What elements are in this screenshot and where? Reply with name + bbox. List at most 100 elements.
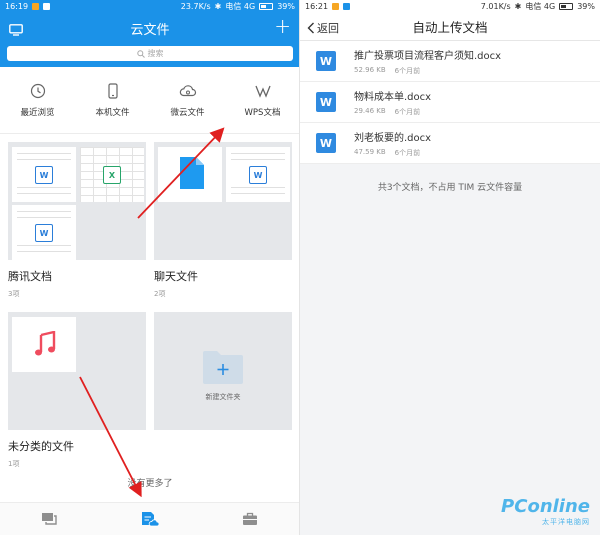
search-placeholder: 搜索 [147,49,164,58]
watermark-logo: PConline 太平洋电脑网 [501,496,590,527]
new-folder-button[interactable]: 新建文件夹 [154,312,292,430]
search-icon [136,49,145,58]
folder-count: 2项 [154,290,166,298]
carrier-label: 电信 4G [225,2,256,11]
shortcut-weiyun[interactable]: 微云文件 [150,67,225,133]
status-time: 16:21 [305,2,329,11]
file-size: 52.96 KB [354,65,386,74]
file-age: 6个月前 [394,107,421,116]
folder-chat-files[interactable]: W 聊天文件 2项 [154,142,292,299]
title-bar: 云文件 + [0,13,300,43]
file-name: 推广投票项目流程客户须知.docx [354,50,502,62]
status-bar: 16:21 7.01K/s ✱ 电信 4G 39% [300,0,600,13]
page-title: 自动上传文档 [412,20,488,35]
bluetooth-icon: ✱ [514,2,522,11]
search-bar: 搜索 [0,43,300,67]
storage-summary: 共3个文档，不占用 TIM 云文件容量 [377,183,523,193]
new-folder-label: 新建文件夹 [205,393,241,401]
folder-thumbnail: W X W [8,142,146,260]
battery-icon [559,3,574,10]
file-size: 29.46 KB [354,106,386,115]
file-name: 刘老板要的.docx [354,132,432,144]
shortcut-label: 本机文件 [95,107,130,118]
back-label: 返回 [317,22,339,35]
end-of-list-text: 没有更多了 [127,479,173,489]
file-age: 6个月前 [394,148,421,157]
phone-icon [107,82,118,99]
status-time: 16:19 [5,2,29,11]
spreadsheet-preview: X [80,147,144,202]
add-button[interactable]: + [274,16,291,36]
word-file-icon: W [316,92,336,112]
briefcase-icon [243,512,257,525]
file-size: 47.59 KB [354,147,386,156]
document-preview: W [226,147,290,202]
network-speed: 23.7K/s [180,2,211,11]
document-preview: W [12,147,76,202]
shortcut-label: 微云文件 [170,107,205,118]
excel-icon: X [103,166,121,184]
back-button[interactable]: 返回 [307,20,339,36]
file-icon [180,157,204,189]
wps-icon [254,85,271,98]
search-input[interactable]: 搜索 [7,46,293,61]
shortcut-wps[interactable]: WPS文档 [225,67,300,133]
shortcut-local[interactable]: 本机文件 [75,67,150,133]
notification-icon [343,3,351,10]
word-icon: W [35,224,53,242]
folder-thumbnail: 新建文件夹 [154,312,292,430]
battery-icon [259,3,274,10]
battery-percent: 39% [577,2,595,11]
clock-icon [30,83,45,98]
nav-messages[interactable] [0,503,100,535]
word-icon: W [35,166,53,184]
status-bar: 16:19 23.7K/s ✱ 电信 4G 39% [0,0,300,13]
audio-preview [12,317,76,372]
document-preview: W [12,205,76,260]
folder-name: 腾讯文档 [8,270,52,283]
left-screen: 16:19 23.7K/s ✱ 电信 4G 39% 云文件 + 搜索 最近浏览 [0,0,300,535]
folder-tencent-docs[interactable]: W X W 腾讯文档 3项 [8,142,146,299]
nav-tools[interactable] [200,503,300,535]
word-file-icon: W [316,133,336,153]
list-item[interactable]: W 物料成本单.docx 29.46 KB 6个月前 [300,82,600,123]
shortcut-label: 最近浏览 [20,107,55,118]
notification-icon [332,3,340,10]
carrier-label: 电信 4G [525,2,556,11]
monitor-icon[interactable] [9,21,23,40]
word-icon: W [249,166,267,184]
shortcut-row: 最近浏览 本机文件 微云文件 WPS文档 [0,67,300,134]
bottom-nav [0,502,300,535]
watermark-brand: PConline [501,496,590,517]
title-bar: 返回 自动上传文档 [300,13,600,41]
word-file-icon: W [316,51,336,71]
notification-icon [43,3,51,10]
folder-count: 1项 [8,460,20,468]
page-title: 云文件 [130,22,170,38]
file-age: 6个月前 [394,66,421,75]
folder-name: 聊天文件 [154,270,198,283]
notification-icon [32,3,40,10]
folder-thumbnail: W [154,142,292,260]
folder-uncategorized[interactable]: 未分类的文件 1项 [8,312,146,469]
folder-count: 3项 [8,290,20,298]
watermark-sub: 太平洋电脑网 [542,518,590,526]
new-folder-icon [203,351,243,384]
battery-percent: 39% [277,2,295,11]
bluetooth-icon: ✱ [214,2,222,11]
shortcut-label: WPS文档 [244,107,281,118]
chevron-left-icon [307,22,314,34]
shortcut-recent[interactable]: 最近浏览 [0,67,75,133]
document-preview [158,147,222,202]
nav-cloud-files[interactable] [100,503,200,535]
list-item[interactable]: W 推广投票项目流程客户须知.docx 52.96 KB 6个月前 [300,41,600,82]
folder-thumbnail [8,312,146,430]
list-item[interactable]: W 刘老板要的.docx 47.59 KB 6个月前 [300,123,600,164]
network-speed: 7.01K/s [480,2,511,11]
file-name: 物料成本单.docx [354,91,432,103]
file-list: W 推广投票项目流程客户须知.docx 52.96 KB 6个月前 W 物料成本单… [300,41,600,164]
chat-icon [42,513,57,525]
cloud-icon [179,84,196,96]
right-screen: 16:21 7.01K/s ✱ 电信 4G 39% 返回 自动上传文档 W 推广… [300,0,600,535]
music-note-icon [35,331,56,356]
